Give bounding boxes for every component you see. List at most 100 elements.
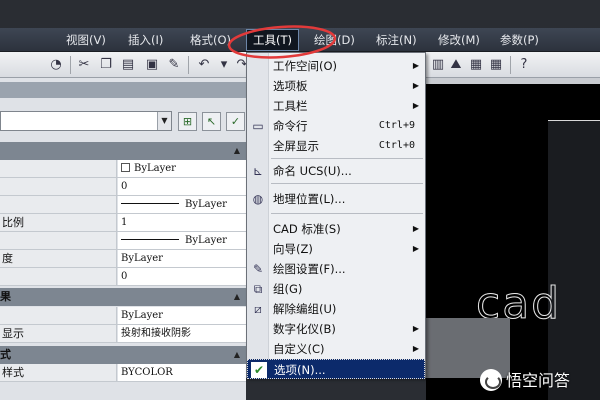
geographic-location-icon: ◍ bbox=[252, 192, 264, 206]
property-row[interactable]: 样式 BYCOLOR bbox=[0, 364, 246, 382]
paint-icon[interactable]: ✎ bbox=[164, 55, 184, 75]
menu-item-toolbars[interactable]: 工具栏 ▶ bbox=[247, 96, 425, 116]
collapse-icon[interactable]: ▲ bbox=[234, 142, 240, 160]
menu-item-wizards[interactable]: 向导(Z) ▶ bbox=[247, 239, 425, 259]
collapse-icon[interactable]: ▲ bbox=[234, 288, 240, 306]
menu-separator bbox=[271, 213, 423, 214]
property-value-text: ByLayer bbox=[134, 163, 176, 174]
menu-item-customize[interactable]: 自定义(C) ▶ bbox=[247, 339, 425, 359]
section-general-header[interactable]: ▲ bbox=[0, 142, 246, 160]
match-properties-icon[interactable]: ◔ bbox=[46, 55, 66, 75]
menu-item-tablet[interactable]: 数字化仪(B) ▶ bbox=[247, 319, 425, 339]
property-row[interactable]: ByLayer bbox=[0, 307, 246, 325]
wukong-logo-icon bbox=[480, 369, 502, 391]
menu-separator bbox=[271, 183, 423, 184]
property-row[interactable]: 0 bbox=[0, 178, 246, 196]
menu-item-label: 工作空间(O) bbox=[273, 59, 338, 73]
property-row[interactable]: 显示 投射和接收阴影 bbox=[0, 325, 246, 343]
property-row[interactable]: ByLayer bbox=[0, 196, 246, 214]
menu-item-label: 地理位置(L)... bbox=[273, 192, 346, 206]
menu-item-label: 命名 UCS(U)... bbox=[273, 164, 352, 178]
pan-icon[interactable]: ▥ bbox=[428, 55, 448, 75]
menu-item-cad-standards[interactable]: CAD 标准(S) ▶ bbox=[247, 219, 425, 239]
palette-titlebar[interactable] bbox=[0, 82, 246, 98]
property-label: 度 bbox=[0, 250, 117, 267]
property-label: 显示 bbox=[0, 325, 117, 342]
property-value-scale[interactable]: 1 bbox=[118, 214, 246, 231]
toggle-pickadd-icon[interactable]: ⊞ bbox=[178, 112, 197, 131]
property-row[interactable]: ByLayer bbox=[0, 160, 246, 178]
calculator-icon[interactable]: ▦ bbox=[486, 55, 506, 75]
property-value-transparency[interactable]: ByLayer bbox=[118, 250, 246, 267]
submenu-arrow-icon: ▶ bbox=[412, 81, 419, 90]
menu-item-drafting-settings[interactable]: ✎ 绘图设置(F)... bbox=[247, 259, 425, 279]
property-value-layer[interactable]: 0 bbox=[118, 178, 246, 195]
property-value-text: ByLayer bbox=[185, 199, 227, 210]
collapse-icon[interactable]: ▲ bbox=[234, 346, 240, 364]
menu-tools[interactable]: 工具(T) bbox=[246, 29, 299, 51]
menu-item-label: 向导(Z) bbox=[273, 242, 313, 256]
property-value-plot-style[interactable]: BYCOLOR bbox=[118, 364, 246, 381]
properties-icon[interactable]: ⛰ bbox=[446, 55, 466, 75]
menu-item-command-line[interactable]: ▭ 命令行 Ctrl+9 bbox=[247, 116, 425, 136]
help-icon[interactable]: ? bbox=[514, 55, 534, 75]
property-value-lineweight[interactable]: ByLayer bbox=[118, 232, 246, 249]
menu-item-label: 组(G) bbox=[273, 282, 303, 296]
menu-item-palettes[interactable]: 选项板 ▶ bbox=[247, 76, 425, 96]
menu-item-label: 命令行 bbox=[273, 119, 308, 133]
property-value-thickness[interactable]: 0 bbox=[118, 268, 246, 285]
undo-icon[interactable]: ↶ bbox=[194, 55, 214, 75]
menu-parametric[interactable]: 参数(P) bbox=[500, 28, 539, 52]
submenu-arrow-icon: ▶ bbox=[412, 101, 419, 110]
property-label bbox=[0, 160, 117, 177]
command-line-icon: ▭ bbox=[252, 119, 264, 133]
menu-item-clean-screen[interactable]: 全屏显示 Ctrl+0 bbox=[247, 136, 425, 156]
menu-item-label: 工具栏 bbox=[273, 99, 308, 113]
property-row[interactable]: ByLayer bbox=[0, 232, 246, 250]
menu-item-workspaces[interactable]: 工作空间(O) ▶ bbox=[247, 56, 425, 76]
property-value-color[interactable]: ByLayer bbox=[118, 160, 246, 177]
menu-format[interactable]: 格式(O) bbox=[190, 28, 231, 52]
submenu-arrow-icon: ▶ bbox=[412, 324, 419, 333]
chevron-down-icon[interactable]: ▼ bbox=[157, 112, 171, 130]
paste-icon[interactable]: ▤ bbox=[118, 55, 138, 75]
menu-item-options[interactable]: ✔ 选项(N)... bbox=[247, 359, 425, 379]
menu-item-ungroup[interactable]: ⧄ 解除编组(U) bbox=[247, 299, 425, 319]
menu-insert[interactable]: 插入(I) bbox=[128, 28, 163, 52]
property-row[interactable]: 度 ByLayer bbox=[0, 250, 246, 268]
submenu-arrow-icon: ▶ bbox=[412, 61, 419, 70]
select-objects-icon[interactable]: ↖ bbox=[202, 112, 221, 131]
section-title: 果 bbox=[0, 290, 11, 303]
lineweight-preview bbox=[121, 239, 179, 240]
property-row[interactable]: 0 bbox=[0, 268, 246, 286]
property-value-linetype[interactable]: ByLayer bbox=[118, 196, 246, 213]
menu-item-label: 数字化仪(B) bbox=[273, 322, 336, 336]
property-value-material[interactable]: ByLayer bbox=[118, 307, 246, 324]
toolbar-separator bbox=[188, 56, 189, 74]
drafting-settings-icon: ✎ bbox=[252, 262, 264, 276]
design-center-icon[interactable]: ▦ bbox=[466, 55, 486, 75]
canvas-top-strip bbox=[426, 78, 600, 84]
section-plot-style-header[interactable]: 式 ▲ bbox=[0, 346, 246, 364]
copy-icon[interactable]: ❐ bbox=[96, 55, 116, 75]
paste-block-icon[interactable]: ▣ bbox=[142, 55, 162, 75]
menu-item-shortcut: Ctrl+0 bbox=[378, 140, 415, 151]
menu-item-group[interactable]: ⧉ 组(G) bbox=[247, 279, 425, 299]
submenu-arrow-icon: ▶ bbox=[412, 344, 419, 353]
object-type-select[interactable]: ▼ bbox=[0, 111, 172, 131]
menu-item-geographic-location[interactable]: ◍ 地理位置(L)... bbox=[247, 189, 425, 209]
menu-modify[interactable]: 修改(M) bbox=[438, 28, 480, 52]
menu-separator bbox=[271, 158, 423, 159]
property-row[interactable]: 比例 1 bbox=[0, 214, 246, 232]
submenu-arrow-icon: ▶ bbox=[412, 224, 419, 233]
cut-icon[interactable]: ✂ bbox=[74, 55, 94, 75]
menu-view[interactable]: 视图(V) bbox=[66, 28, 106, 52]
section-3d-effects-header[interactable]: 果 ▲ bbox=[0, 288, 246, 306]
menu-dimension[interactable]: 标注(N) bbox=[376, 28, 417, 52]
quick-select-icon[interactable]: ✓ bbox=[226, 112, 245, 131]
menu-item-named-ucs[interactable]: ⊾ 命名 UCS(U)... bbox=[247, 161, 425, 181]
section-title: 式 bbox=[0, 348, 11, 361]
undo-dropdown-icon[interactable]: ▾ bbox=[214, 55, 234, 75]
menu-draw[interactable]: 绘图(D) bbox=[314, 28, 355, 52]
property-value-shadow[interactable]: 投射和接收阴影 bbox=[118, 325, 246, 342]
